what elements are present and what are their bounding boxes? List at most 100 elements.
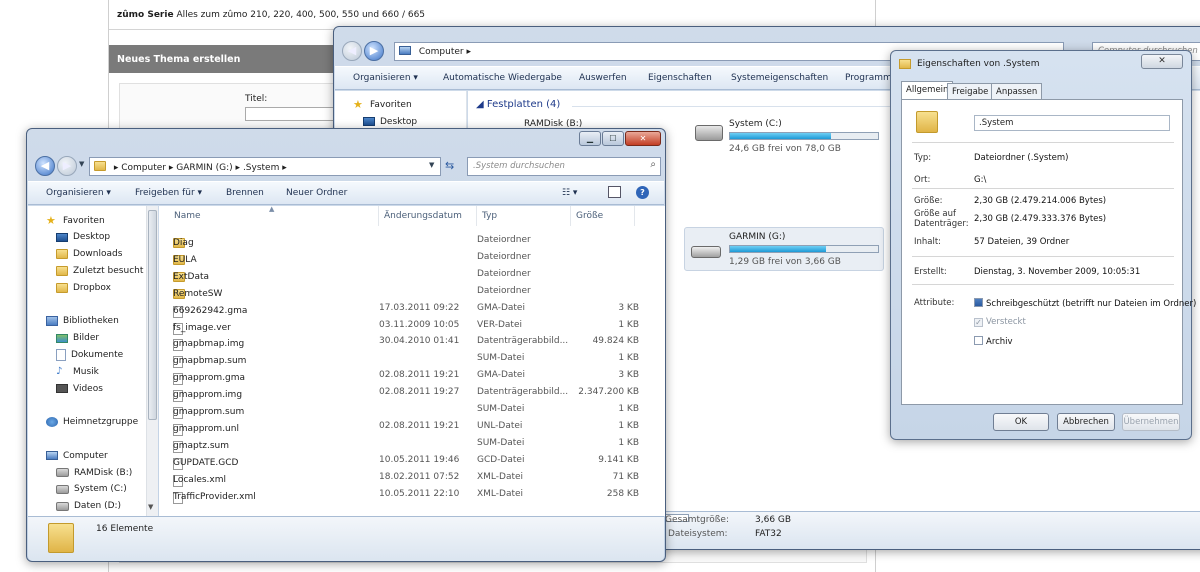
column-date[interactable]: Änderungsdatum [379, 206, 477, 226]
nav-item[interactable]: Bilder [56, 330, 99, 347]
file-row[interactable]: gmapbmap.img 30.04.2010 01:41 Datenträgera… [159, 333, 653, 352]
apply-button[interactable]: Übernehmen [1122, 413, 1180, 431]
series-title[interactable]: zûmo Serie [117, 10, 174, 20]
size-label: Größe: [914, 196, 943, 206]
file-row[interactable]: GUPDATE.GCD 10.05.2011 19:46 GCD-Datei 9.14… [159, 452, 653, 470]
share-with-button[interactable]: Freigeben für ▾ [135, 188, 202, 198]
file-date: 10.05.2011 19:46 [379, 454, 460, 465]
breadcrumb-system[interactable]: .System [243, 163, 279, 173]
minimize-button[interactable]: ▁ [579, 131, 601, 146]
new-folder-button[interactable]: Neuer Ordner [286, 188, 347, 198]
back-button[interactable]: ◀ [342, 41, 362, 61]
drive-garmin[interactable]: GARMIN (G:) 1,29 GB frei von 3,66 GB [684, 227, 884, 271]
nav-item[interactable]: Desktop [56, 229, 110, 246]
file-row[interactable]: RemoteSW Dateiordner [159, 283, 653, 300]
hidden-checkbox[interactable]: ✓ Versteckt [974, 317, 1026, 327]
breadcrumb-computer[interactable]: Computer [121, 163, 166, 173]
file-date: 02.08.2011 19:21 [379, 370, 460, 381]
nav-scrollbar[interactable] [146, 206, 158, 516]
file-row[interactable]: gmapprom.unl 02.08.2011 19:21 UNL-Datei 1 K… [159, 418, 653, 436]
nav-item[interactable]: Dokumente [56, 346, 123, 363]
nav-item[interactable]: ★ Favoriten [46, 212, 105, 229]
tab-freigabe[interactable]: Freigabe [947, 83, 994, 99]
close-button[interactable]: ✕ [625, 131, 661, 146]
file-row[interactable]: EULA Dateiordner [159, 249, 653, 266]
file-row[interactable]: TrafficProvider.xml 10.05.2011 22:10 XML-D… [159, 486, 653, 504]
column-size[interactable]: Größe [571, 206, 635, 226]
forward-button[interactable]: ▶ [364, 41, 384, 61]
programs-button[interactable]: Programm [845, 73, 892, 83]
view-options-icon[interactable]: ☷ ▾ [562, 188, 577, 198]
drive-system[interactable]: System (C:) 24,6 GB frei von 78,0 GB [689, 117, 889, 157]
properties-button[interactable]: Eigenschaften [648, 73, 712, 83]
dialog-close-button[interactable]: ✕ [1141, 54, 1183, 69]
scroll-down-arrow-icon[interactable]: ▼ [148, 503, 153, 511]
address-dropdown[interactable]: ▼ [429, 161, 434, 169]
file-row[interactable]: Diag Dateiordner [159, 232, 653, 249]
nav-scroll-thumb[interactable] [148, 210, 157, 420]
file-size: 2.347.200 KB [578, 387, 639, 398]
history-dropdown[interactable]: ▼ [79, 160, 84, 168]
ok-button[interactable]: OK [993, 413, 1049, 431]
group-header-line [572, 106, 892, 107]
search-icon: ⌕ [650, 159, 656, 170]
cancel-button[interactable]: Abbrechen [1057, 413, 1115, 431]
nav-favorites[interactable]: ★ Favoriten [353, 96, 412, 113]
archive-checkbox[interactable]: Archiv [974, 336, 1013, 347]
file-row[interactable]: gmapprom.gma 02.08.2011 19:21 GMA-Datei 3 K… [159, 367, 653, 386]
file-row[interactable]: 669262942.gma 17.03.2011 09:22 GMA-Datei 3 … [159, 300, 653, 318]
drive-usage-fill [730, 133, 831, 139]
nav-item[interactable]: Videos [56, 380, 103, 397]
nav-item[interactable]: ♪ Musik [56, 363, 99, 380]
system-properties-button[interactable]: Systemeigenschaften [731, 73, 828, 83]
nav-item[interactable]: Heimnetzgruppe [46, 414, 138, 431]
organize-button[interactable]: Organisieren ▾ [353, 73, 418, 83]
file-row[interactable]: gmaptz.sum SUM-Datei 1 KB [159, 435, 653, 453]
column-type[interactable]: Typ [477, 206, 571, 226]
file-list: Name ▲ Änderungsdatum Typ Größe Diag Date… [159, 205, 665, 516]
nav-item[interactable]: Bibliotheken [46, 313, 119, 330]
file-row[interactable]: gmapbmap.sum SUM-Datei 1 KB [159, 350, 653, 369]
nav-item[interactable]: Downloads [56, 246, 122, 263]
file-row[interactable]: gmapprom.img 02.08.2011 19:27 Datenträgera… [159, 384, 653, 403]
folder-name-input[interactable]: .System [974, 115, 1170, 131]
group-header[interactable]: ◢ Festplatten (4) [476, 99, 560, 110]
nav-item[interactable]: Zuletzt besucht [56, 262, 143, 279]
breadcrumb-garmin[interactable]: GARMIN (G:) [176, 163, 232, 173]
nav-item-label: Dokumente [71, 349, 124, 360]
general-tab-panel: .System Typ: Dateiordner (.System) Ort: … [901, 99, 1196, 405]
help-icon[interactable]: ? [636, 186, 649, 199]
file-row[interactable]: ExtData Dateiordner [159, 266, 653, 283]
preview-pane-icon[interactable] [608, 186, 621, 198]
autoplay-button[interactable]: Automatische Wiedergabe [443, 73, 562, 83]
nav-item[interactable]: RAMDisk (B:) [56, 464, 132, 481]
refresh-icon[interactable]: ⇆ [445, 159, 454, 172]
tab-anpassen[interactable]: Anpassen [991, 83, 1043, 99]
search-input[interactable]: .System durchsuchen ⌕ [467, 157, 661, 176]
eject-button[interactable]: Auswerfen [579, 73, 627, 83]
file-type: GMA-Datei [477, 302, 525, 313]
readonly-checkbox[interactable]: Schreibgeschützt (betrifft nur Dateien i… [974, 298, 1196, 309]
file-row[interactable]: Locales.xml 18.02.2011 07:52 XML-Datei 71 K… [159, 469, 653, 487]
file-row[interactable]: gmapprom.sum SUM-Datei 1 KB [159, 401, 653, 419]
nav-item[interactable]: Dropbox [56, 279, 111, 296]
breadcrumb-computer[interactable]: Computer [419, 47, 464, 57]
desktop-icon [56, 232, 68, 242]
folder-icon [56, 249, 68, 260]
tab-allgemein[interactable]: Allgemein [901, 81, 954, 100]
back-button[interactable]: ◀ [35, 156, 55, 176]
file-row[interactable]: fs_image.ver 03.11.2009 10:05 VER-Datei 1 K… [159, 317, 653, 335]
forward-button[interactable]: ▶ [57, 156, 77, 176]
address-bar[interactable]: ▸ Computer ▸ GARMIN (G:) ▸ .System ▸ [89, 157, 441, 176]
music-icon: ♪ [56, 366, 63, 378]
organize-button[interactable]: Organisieren ▾ [46, 188, 111, 198]
file-size: 1 KB [618, 404, 639, 414]
nav-item[interactable]: Daten (D:) [56, 498, 121, 515]
star-icon: ★ [46, 213, 56, 227]
burn-button[interactable]: Brennen [226, 188, 264, 198]
nav-item[interactable]: System (C:) [56, 481, 127, 498]
item-count: 16 Elemente [96, 524, 154, 534]
folder-icon [56, 282, 68, 293]
nav-item[interactable]: Computer [46, 447, 108, 464]
maximize-button[interactable]: ☐ [602, 131, 624, 146]
